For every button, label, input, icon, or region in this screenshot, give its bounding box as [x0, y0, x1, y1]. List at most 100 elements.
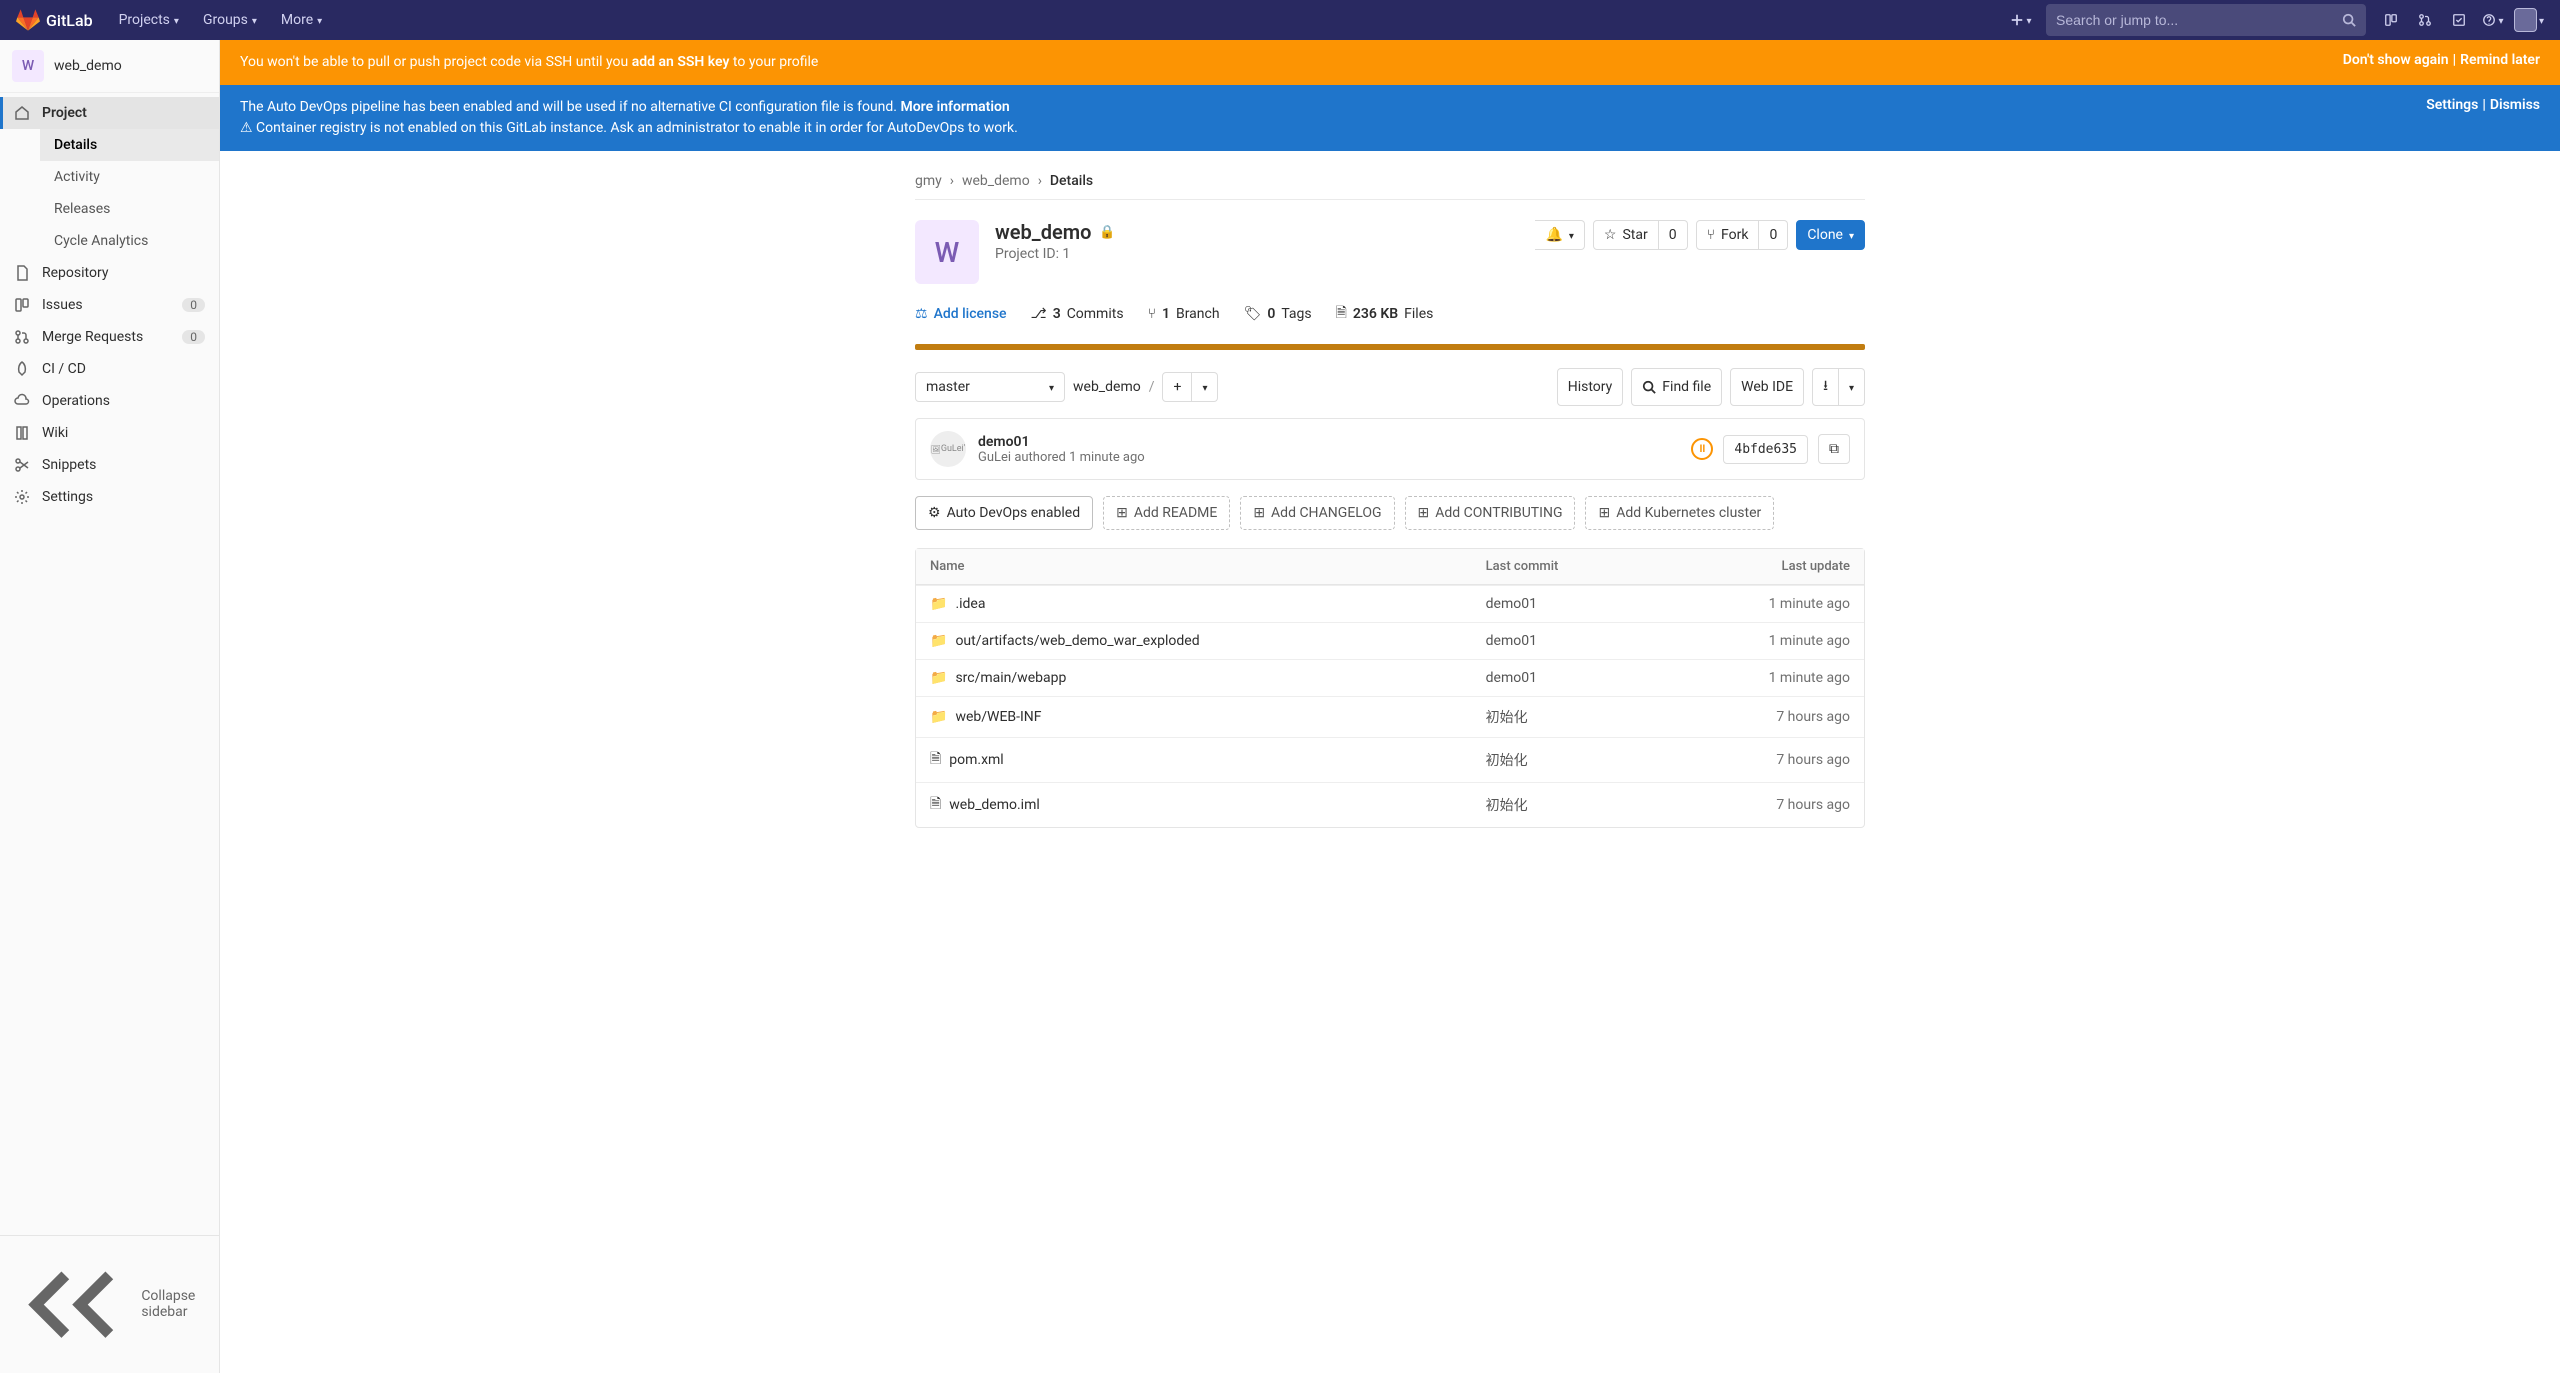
breadcrumb: gmy› web_demo› Details	[915, 163, 1865, 200]
branches-stat[interactable]: ⑂1Branch	[1148, 306, 1220, 322]
add-readme-button[interactable]: ⊞Add README	[1103, 496, 1230, 530]
add-kubernetes-button[interactable]: ⊞Add Kubernetes cluster	[1585, 496, 1774, 530]
plus-dropdown[interactable]	[2004, 3, 2038, 37]
sidebar-sub-releases[interactable]: Releases	[40, 193, 219, 225]
sidebar-item-project[interactable]: Project	[0, 97, 219, 129]
commit-sha[interactable]: 4bfde635	[1723, 435, 1808, 464]
ssh-dont-show[interactable]: Don't show again	[2343, 52, 2449, 68]
devops-more-info[interactable]: More information	[900, 99, 1009, 115]
sidebar-context[interactable]: W web_demo	[0, 40, 219, 93]
table-row[interactable]: 📁out/artifacts/web_demo_war_exploded demo…	[916, 622, 1864, 659]
todo-icon	[2452, 13, 2466, 27]
download-dropdown[interactable]	[1839, 368, 1865, 406]
table-row[interactable]: 📁web/WEB-INF初始化7 hours ago	[916, 696, 1864, 737]
table-row[interactable]: 📁src/main/webappdemo011 minute ago	[916, 659, 1864, 696]
sidebar-sub-cycle[interactable]: Cycle Analytics	[40, 225, 219, 257]
files-stat[interactable]: 🗎236 KBFiles	[1336, 302, 1434, 326]
crumb-project[interactable]: web_demo	[962, 173, 1030, 189]
merge-requests-shortcut[interactable]	[2408, 3, 2442, 37]
web-ide-button[interactable]: Web IDE	[1730, 368, 1804, 406]
devops-settings[interactable]: Settings	[2426, 97, 2478, 113]
help-dropdown[interactable]	[2476, 3, 2510, 37]
notification-dropdown[interactable]: 🔔	[1535, 220, 1584, 250]
add-license-link[interactable]: ⚖Add license	[915, 306, 1007, 322]
table-row[interactable]: 🗎pom.xml初始化7 hours ago	[916, 737, 1864, 782]
copy-sha-button[interactable]: ⧉	[1818, 434, 1850, 464]
issues-icon	[14, 297, 30, 313]
add-ssh-key-link[interactable]: add an SSH key	[632, 54, 730, 70]
plus-icon	[2010, 13, 2024, 27]
ssh-remind-later[interactable]: Remind later	[2460, 52, 2540, 68]
add-file-dropdown[interactable]	[1192, 372, 1218, 402]
top-nav: Projects Groups More	[109, 6, 333, 34]
table-row[interactable]: 📁.ideademo011 minute ago	[916, 585, 1864, 622]
file-commit[interactable]: demo01	[1472, 622, 1660, 659]
add-changelog-button[interactable]: ⊞Add CHANGELOG	[1240, 496, 1394, 530]
file-name[interactable]: 📁web/WEB-INF	[930, 709, 1458, 725]
file-name[interactable]: 📁out/artifacts/web_demo_war_exploded	[930, 633, 1458, 649]
file-commit[interactable]: demo01	[1472, 585, 1660, 622]
file-commit[interactable]: 初始化	[1472, 737, 1660, 782]
nav-groups[interactable]: Groups	[193, 6, 267, 34]
sidebar-item-repository[interactable]: Repository	[0, 257, 219, 289]
sidebar-item-snippets[interactable]: Snippets	[0, 449, 219, 481]
file-commit[interactable]: demo01	[1472, 659, 1660, 696]
sidebar-item-merge-requests[interactable]: Merge Requests0	[0, 321, 219, 353]
download-button[interactable]: ⭳	[1812, 368, 1839, 406]
tags-stat[interactable]: 🏷0Tags	[1244, 306, 1312, 322]
project-avatar-large: W	[915, 220, 979, 284]
commits-stat[interactable]: ⎇3Commits	[1031, 306, 1124, 322]
nav-more[interactable]: More	[271, 6, 332, 34]
fork-button[interactable]: ⑂Fork	[1696, 220, 1760, 250]
file-commit[interactable]: 初始化	[1472, 782, 1660, 827]
home-icon	[14, 105, 30, 121]
sidebar-item-operations[interactable]: Operations	[0, 385, 219, 417]
history-button[interactable]: History	[1557, 368, 1624, 406]
download-icon: ⭳	[1823, 375, 1828, 399]
chevron-down-icon	[1049, 379, 1054, 395]
crumb-group[interactable]: gmy	[915, 173, 942, 189]
tree-path[interactable]: web_demo	[1073, 379, 1141, 395]
sidebar-item-issues[interactable]: Issues0	[0, 289, 219, 321]
user-menu[interactable]	[2510, 3, 2544, 37]
sidebar-item-settings[interactable]: Settings	[0, 481, 219, 513]
add-contributing-button[interactable]: ⊞Add CONTRIBUTING	[1405, 496, 1576, 530]
auto-devops-chip[interactable]: ⚙Auto DevOps enabled	[915, 496, 1093, 530]
star-icon: ☆	[1604, 227, 1617, 243]
file-name[interactable]: 📁src/main/webapp	[930, 670, 1458, 686]
search-input[interactable]	[2056, 12, 2342, 28]
devops-dismiss[interactable]: Dismiss	[2490, 97, 2540, 113]
tree-toolbar: master web_demo / + History Find file We…	[915, 368, 1865, 406]
gitlab-logo[interactable]: GitLab	[16, 8, 93, 32]
global-search[interactable]	[2046, 4, 2366, 36]
sidebar-sub-activity[interactable]: Activity	[40, 161, 219, 193]
doc-icon	[14, 265, 30, 281]
table-row[interactable]: 🗎web_demo.iml初始化7 hours ago	[916, 782, 1864, 827]
file-commit[interactable]: 初始化	[1472, 696, 1660, 737]
chevron-down-icon	[2498, 12, 2503, 28]
star-button[interactable]: ☆Star	[1593, 220, 1659, 250]
file-name[interactable]: 🗎web_demo.iml	[930, 793, 1458, 817]
commit-title[interactable]: demo01	[978, 434, 1145, 450]
project-id: Project ID: 1	[995, 246, 1116, 262]
project-avatar: W	[12, 50, 44, 82]
issues-icon	[2384, 13, 2398, 27]
issues-shortcut[interactable]	[2374, 3, 2408, 37]
nav-projects[interactable]: Projects	[109, 6, 189, 34]
file-name[interactable]: 📁.idea	[930, 596, 1458, 612]
sidebar-sub-details[interactable]: Details	[40, 129, 219, 161]
add-file-button[interactable]: +	[1162, 372, 1192, 402]
fork-count[interactable]: 0	[1759, 220, 1788, 250]
todos-shortcut[interactable]	[2442, 3, 2476, 37]
collapse-sidebar[interactable]: Collapse sidebar	[0, 1235, 219, 1373]
file-name[interactable]: 🗎pom.xml	[930, 748, 1458, 772]
devops-banner: The Auto DevOps pipeline has been enable…	[220, 85, 2560, 151]
sidebar-item-cicd[interactable]: CI / CD	[0, 353, 219, 385]
pipeline-status-icon[interactable]: II	[1691, 438, 1713, 460]
plus-square-icon: ⊞	[1418, 505, 1430, 521]
find-file-button[interactable]: Find file	[1631, 368, 1722, 406]
sidebar-item-wiki[interactable]: Wiki	[0, 417, 219, 449]
clone-button[interactable]: Clone	[1796, 220, 1865, 250]
branch-select[interactable]: master	[915, 372, 1065, 402]
star-count[interactable]: 0	[1659, 220, 1688, 250]
